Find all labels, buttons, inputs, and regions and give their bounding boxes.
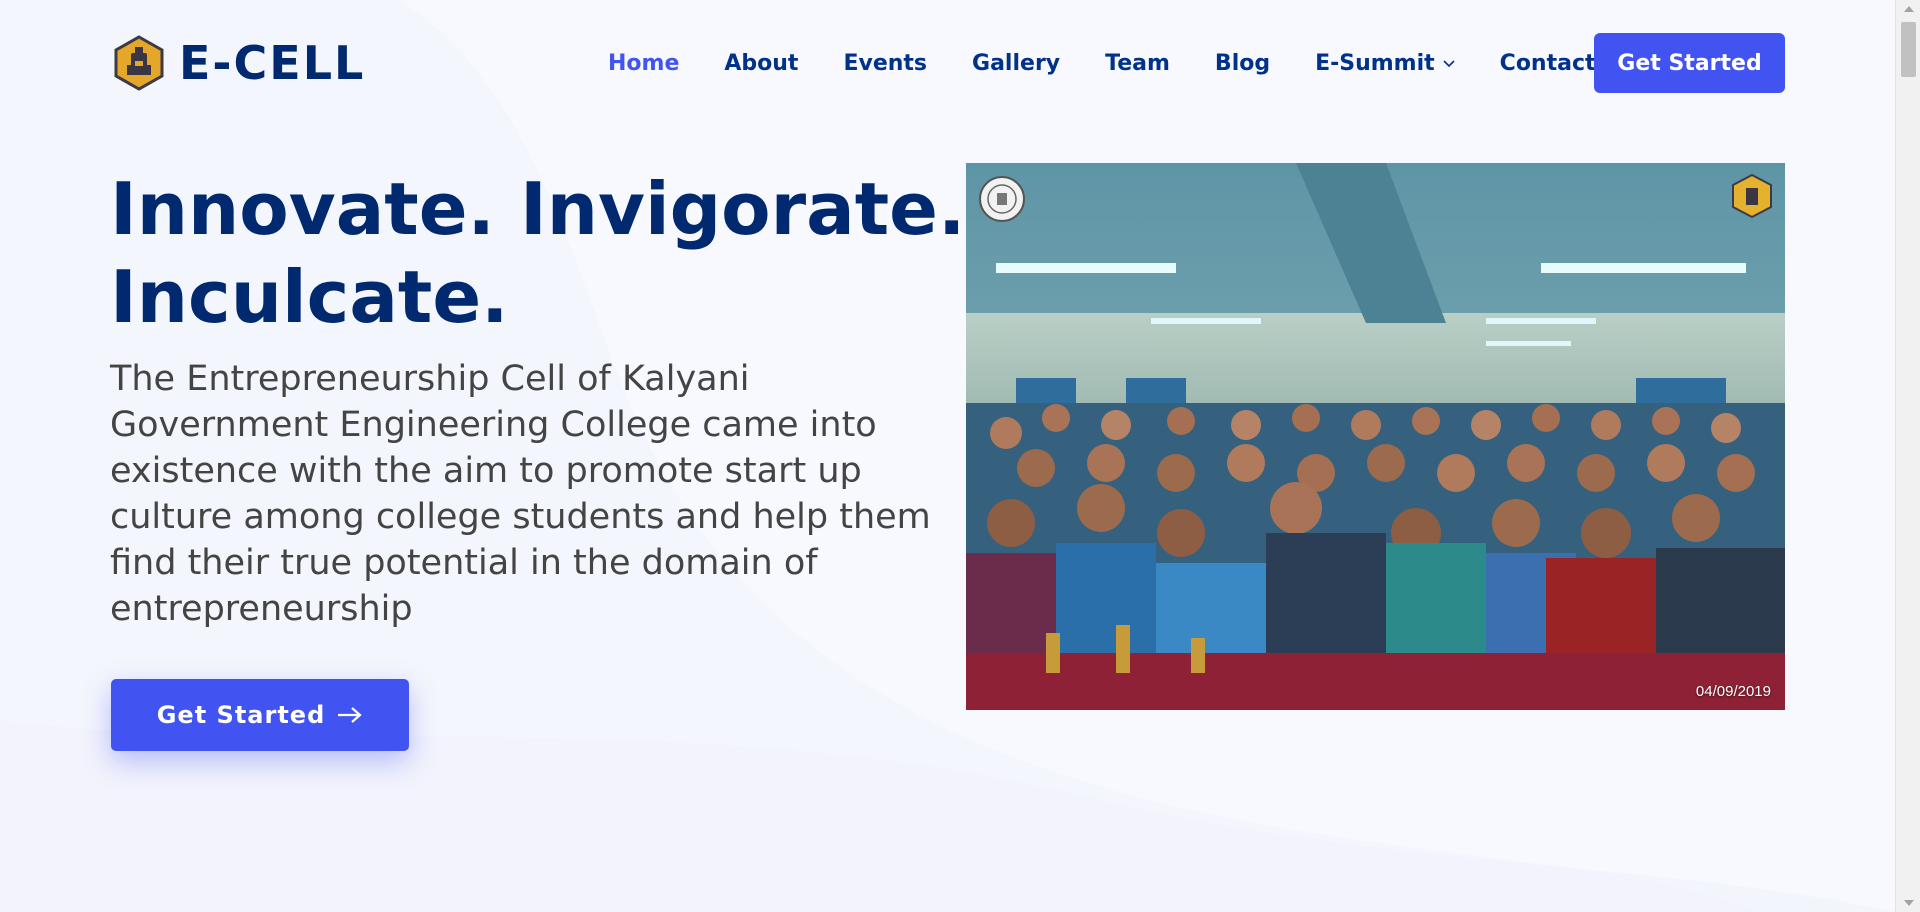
hero-description: The Entrepreneurship Cell of Kalyani Gov… xyxy=(110,359,931,629)
ecell-watermark-icon xyxy=(1732,173,1772,219)
hero-cta-label: Get Started xyxy=(156,701,326,729)
arrow-right-icon xyxy=(338,707,362,723)
hero-title-line-1: Innovate. Invigorate. xyxy=(110,167,966,251)
scrollbar-thumb[interactable] xyxy=(1901,22,1916,77)
hero-title: Innovate. Invigorate. Inculcate. xyxy=(110,165,970,341)
photo-date-stamp: 04/09/2019 xyxy=(1695,683,1771,700)
nav-gallery[interactable]: Gallery xyxy=(972,51,1060,76)
scroll-up-icon[interactable] xyxy=(1904,6,1914,12)
nav-esummit-label: E-Summit xyxy=(1315,50,1435,76)
nav-events[interactable]: Events xyxy=(843,51,927,76)
brand-name: E-CELL xyxy=(179,36,366,90)
nav-about[interactable]: About xyxy=(724,51,798,76)
hero-title-line-2: Inculcate. xyxy=(110,255,509,339)
hero-get-started-button[interactable]: Get Started xyxy=(111,679,409,751)
brand-logo-link[interactable]: E-CELL xyxy=(113,35,365,91)
chevron-down-icon xyxy=(1443,60,1455,68)
ecell-logo-icon xyxy=(114,35,164,91)
nav-home[interactable]: Home xyxy=(608,51,679,76)
group-photo xyxy=(966,163,1785,710)
nav-blog[interactable]: Blog xyxy=(1215,51,1270,76)
nav-team[interactable]: Team xyxy=(1105,51,1170,76)
page-scrollbar[interactable] xyxy=(1895,0,1920,912)
nav-esummit-dropdown[interactable]: E-Summit xyxy=(1315,51,1455,76)
scroll-down-icon[interactable] xyxy=(1904,900,1914,906)
hero-image: 04/09/2019 xyxy=(966,163,1785,710)
college-seal-icon xyxy=(979,176,1025,222)
header-get-started-button[interactable]: Get Started xyxy=(1594,33,1785,93)
main-nav: Home About Events Gallery Team Blog E-Su… xyxy=(608,33,1641,93)
site-header: E-CELL Home About Events Gallery Team Bl… xyxy=(0,0,1895,125)
nav-contact[interactable]: Contact xyxy=(1500,51,1596,76)
